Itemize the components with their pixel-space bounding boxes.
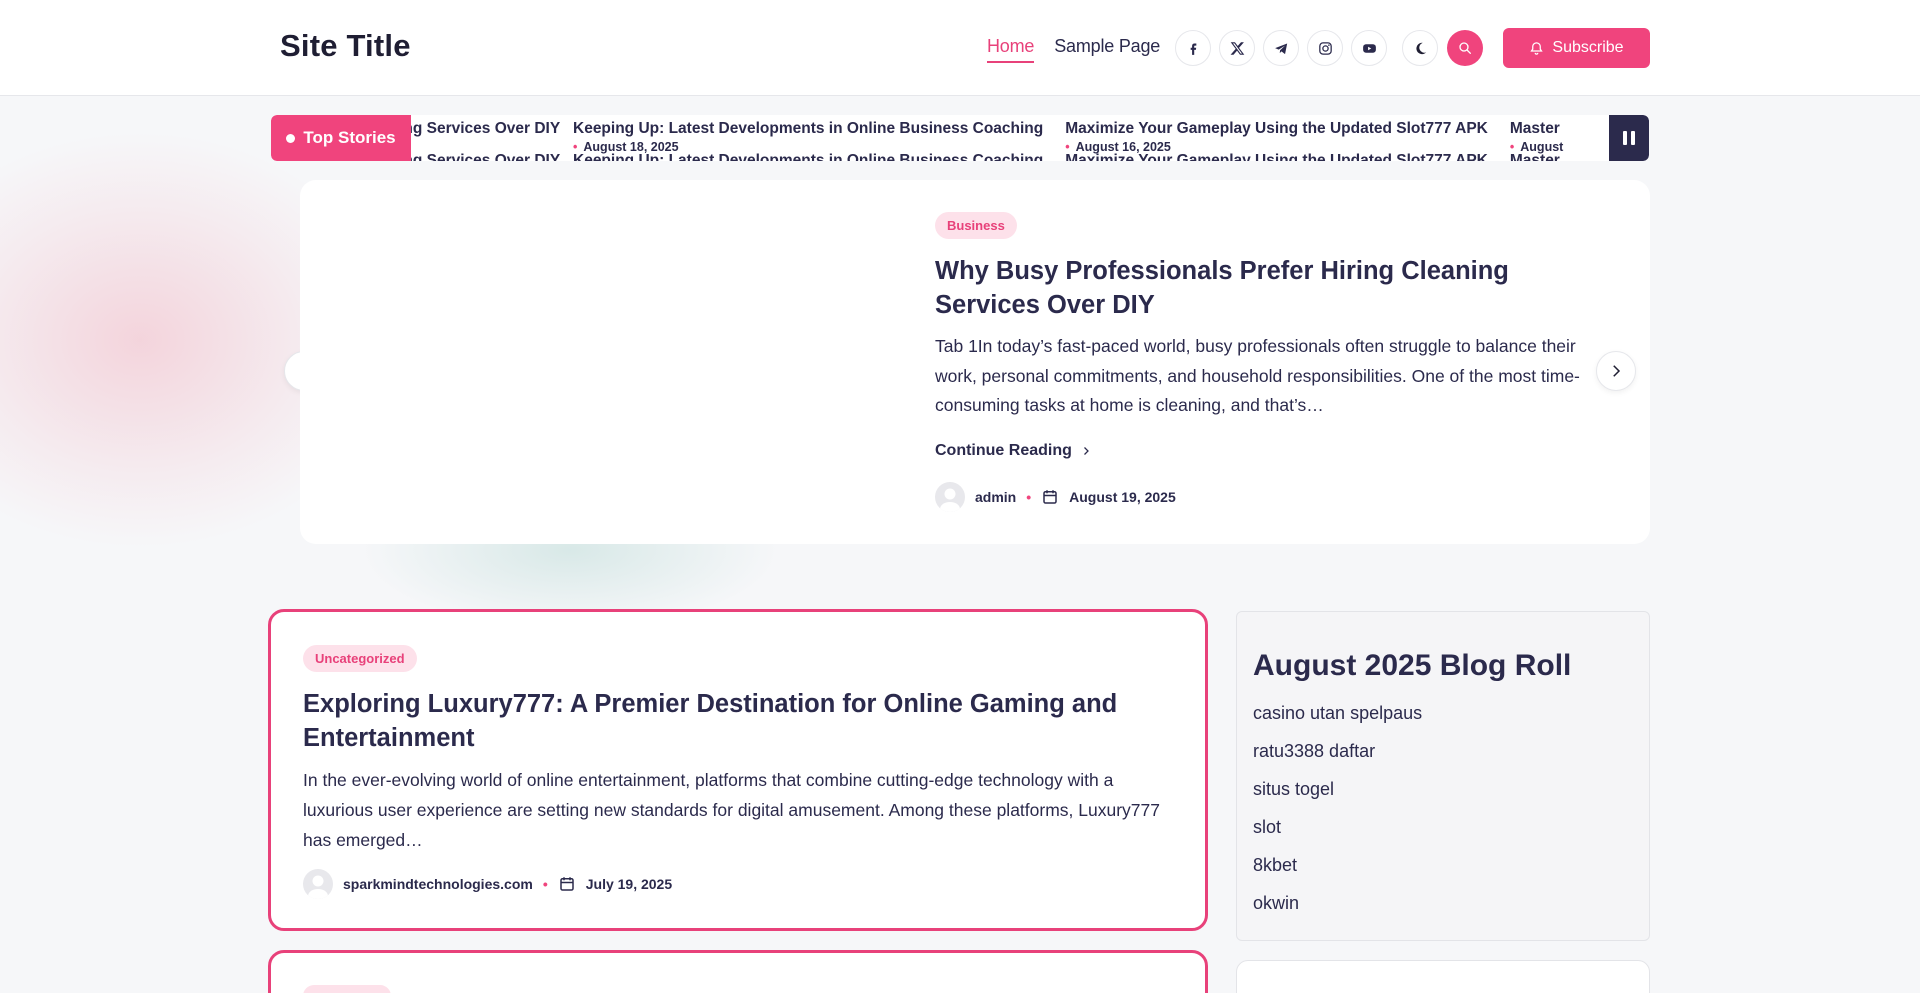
site-header: Site Title Home Sample Page Subscribe xyxy=(0,0,1920,96)
featured-excerpt: Tab 1In today’s fast-paced world, busy p… xyxy=(935,336,1580,415)
chevron-right-icon xyxy=(1083,447,1089,455)
blog-roll-link[interactable]: 8kbet xyxy=(1253,854,1422,892)
site-title[interactable]: Site Title xyxy=(280,28,411,64)
featured-slide: Business Why Busy Professionals Prefer H… xyxy=(300,180,1650,544)
continue-reading-link[interactable]: Continue Reading xyxy=(935,442,1092,460)
calendar-icon xyxy=(559,877,574,891)
subscribe-button[interactable]: Subscribe xyxy=(1503,28,1650,68)
avatar[interactable] xyxy=(303,869,333,899)
nav-item-sample-page[interactable]: Sample Page xyxy=(1054,36,1160,63)
ticker-item-title: Keeping Up: Latest Developments in Onlin… xyxy=(573,120,1044,137)
calendar-icon xyxy=(1043,490,1057,504)
blog-roll-widget: August 2025 Blog Roll casino utan spelpa… xyxy=(1236,611,1650,941)
ticker-item[interactable]: Keeping Up: Latest Developments in Onlin… xyxy=(573,152,1043,161)
primary-nav: Home Sample Page xyxy=(987,36,1160,63)
post-card: Uncategorized Exploring Luxury777: A Pre… xyxy=(268,609,1208,931)
author-name[interactable]: admin xyxy=(975,489,1016,505)
blog-roll-list: casino utan spelpaus ratu3388 daftar sit… xyxy=(1253,702,1422,930)
ticker-label-text: Top Stories xyxy=(303,128,396,147)
widget-title: August 2025 Blog Roll xyxy=(1253,649,1572,682)
ticker-track: aning Services Over DIY Keeping Up: Late… xyxy=(411,115,1609,161)
facebook-icon[interactable] xyxy=(1175,30,1211,66)
ticker-item[interactable]: Keeping Up: Latest Developments in Onlin… xyxy=(573,120,1043,154)
ticker-row: aning Services Over DIY Keeping Up: Late… xyxy=(411,120,1563,154)
blog-roll-link[interactable]: slot xyxy=(1253,816,1422,854)
top-stories-label: Top Stories xyxy=(271,115,411,161)
ticker-item-title: aning Services Over DIY xyxy=(411,152,561,161)
featured-title[interactable]: Why Busy Professionals Prefer Hiring Cle… xyxy=(935,254,1595,322)
ticker-item[interactable]: aning Services Over DIY xyxy=(411,120,560,154)
post-meta: sparkmindtechnologies.com • July 19, 202… xyxy=(303,869,672,899)
blog-roll-link[interactable]: ratu3388 daftar xyxy=(1253,740,1422,778)
ticker-item[interactable]: Maximize Your Gameplay Using the Updated… xyxy=(1065,152,1488,161)
social-links xyxy=(1175,30,1387,66)
ticker-item[interactable]: Master August xyxy=(1510,120,1563,154)
post-card xyxy=(268,950,1208,993)
ticker-item[interactable]: Maximize Your Gameplay Using the Updated… xyxy=(1065,120,1488,154)
author-name[interactable]: sparkmindtechnologies.com xyxy=(343,876,533,892)
pause-icon xyxy=(1623,131,1627,145)
chevron-right-icon xyxy=(1613,365,1621,377)
category-badge[interactable]: Business xyxy=(935,212,1017,239)
instagram-icon[interactable] xyxy=(1307,30,1343,66)
ticker-item-title: Keeping Up: Latest Developments in Onlin… xyxy=(573,152,1044,161)
ticker-item-title: Master xyxy=(1509,120,1560,137)
ticker-item-title: aning Services Over DIY xyxy=(411,120,561,137)
post-date[interactable]: August 19, 2025 xyxy=(1069,489,1176,505)
top-stories-ticker: Top Stories aning Services Over DIY Keep… xyxy=(271,115,1649,161)
ticker-row: aning Services Over DIY Keeping Up: Late… xyxy=(411,152,1560,161)
continue-reading-label: Continue Reading xyxy=(935,442,1072,459)
telegram-icon[interactable] xyxy=(1263,30,1299,66)
subscribe-label: Subscribe xyxy=(1552,39,1624,56)
pause-button[interactable] xyxy=(1609,115,1649,161)
search-button[interactable] xyxy=(1447,30,1483,66)
ticker-item-title: Maximize Your Gameplay Using the Updated… xyxy=(1065,120,1488,137)
category-badge[interactable] xyxy=(303,985,391,993)
dot-icon xyxy=(286,133,296,143)
avatar[interactable] xyxy=(935,482,965,512)
youtube-icon[interactable] xyxy=(1351,30,1387,66)
post-meta: admin • August 19, 2025 xyxy=(935,482,1176,512)
separator-dot: • xyxy=(542,876,548,892)
blog-roll-link[interactable]: situs togel xyxy=(1253,778,1422,816)
separator-dot: • xyxy=(1026,489,1032,505)
nav-item-home[interactable]: Home xyxy=(987,36,1034,63)
sidebar-widget xyxy=(1236,960,1650,993)
pause-icon xyxy=(1631,131,1635,145)
category-badge[interactable]: Uncategorized xyxy=(303,645,417,672)
slider-next-button[interactable] xyxy=(1596,351,1636,391)
blog-roll-link[interactable]: okwin xyxy=(1253,892,1422,930)
ticker-item-title: Maximize Your Gameplay Using the Updated… xyxy=(1065,152,1488,161)
post-excerpt: In the ever-evolving world of online ent… xyxy=(303,770,1160,850)
search-icon xyxy=(1459,42,1471,54)
post-title[interactable]: Exploring Luxury777: A Premier Destinati… xyxy=(303,687,1163,755)
post-date[interactable]: July 19, 2025 xyxy=(586,876,672,892)
ticker-item[interactable]: aning Services Over DIY xyxy=(411,152,560,161)
x-icon[interactable] xyxy=(1219,30,1255,66)
moon-icon[interactable] xyxy=(1402,30,1438,66)
ticker-item-title: Master xyxy=(1509,152,1560,161)
blog-roll-link[interactable]: casino utan spelpaus xyxy=(1253,702,1422,740)
bell-icon xyxy=(1530,41,1544,55)
ticker-item[interactable]: Master xyxy=(1510,152,1560,161)
